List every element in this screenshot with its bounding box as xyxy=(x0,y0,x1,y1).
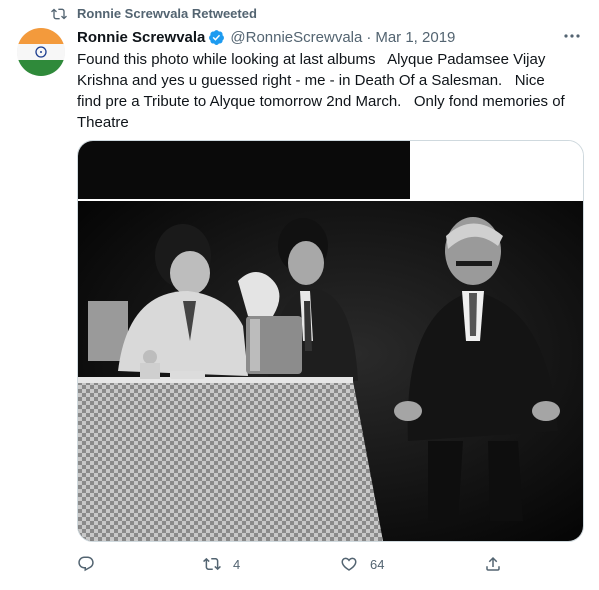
tweet-photo[interactable] xyxy=(77,140,584,542)
author-name[interactable]: Ronnie Screwvala xyxy=(77,29,205,46)
author-handle[interactable]: @RonnieScrewvala xyxy=(230,29,362,46)
theatre-photo-image xyxy=(78,141,583,541)
retweet-count: 4 xyxy=(233,556,241,572)
reply-icon xyxy=(78,556,94,572)
like-button[interactable]: 64 xyxy=(340,552,384,576)
retweet-icon xyxy=(203,557,221,571)
verified-badge-icon[interactable] xyxy=(208,29,225,46)
tweet-actions: 4 64 xyxy=(77,552,582,576)
tweet-date[interactable]: Mar 1, 2019 xyxy=(375,29,455,46)
header-separator: · xyxy=(366,28,372,46)
like-count: 64 xyxy=(370,556,385,572)
retweet-icon xyxy=(51,8,67,20)
avatar[interactable] xyxy=(17,28,65,76)
india-flag-avatar xyxy=(17,28,65,76)
share-button[interactable] xyxy=(484,552,502,576)
retweet-context-label[interactable]: Ronnie Screwvala Retweeted xyxy=(77,6,257,22)
reply-button[interactable] xyxy=(77,552,95,576)
share-icon xyxy=(486,556,500,571)
tweet-text: Found this photo while looking at last a… xyxy=(77,51,569,131)
tweet-header: Ronnie Screwvala @RonnieScrewvala · Mar … xyxy=(77,27,455,47)
heart-icon xyxy=(341,557,357,571)
more-options-icon[interactable] xyxy=(562,28,582,44)
retweet-button[interactable]: 4 xyxy=(203,552,240,576)
tweet[interactable]: Ronnie Screwvala Retweeted Ronnie Screwv… xyxy=(0,0,599,590)
